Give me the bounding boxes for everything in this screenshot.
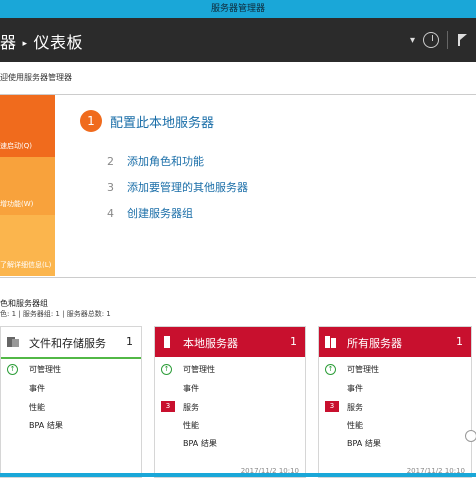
tile-learn-more[interactable]: 了解详细信息(L) bbox=[0, 215, 55, 276]
card-header[interactable]: 所有服务器 1 bbox=[319, 327, 471, 357]
step-link[interactable]: 添加要管理的其他服务器 bbox=[127, 179, 248, 195]
card-count: 1 bbox=[126, 335, 133, 348]
service-alert-badge: 3 bbox=[161, 401, 175, 412]
welcome-panel: 速启动(Q) 增功能(W) 了解详细信息(L) 1 配置此本地服务器 2 添加角… bbox=[0, 94, 476, 278]
card-row-performance[interactable]: 性能 bbox=[183, 420, 199, 431]
card-row-manageability[interactable]: 可管理性 bbox=[183, 364, 215, 375]
tile-new-features[interactable]: 增功能(W) bbox=[0, 157, 55, 215]
step-add-roles[interactable]: 2 添加角色和功能 bbox=[107, 153, 204, 169]
breadcrumb-parent[interactable]: 器 bbox=[0, 33, 17, 52]
servers-icon bbox=[325, 336, 336, 348]
step-number: 4 bbox=[107, 206, 114, 220]
step-add-servers[interactable]: 3 添加要管理的其他服务器 bbox=[107, 179, 248, 195]
welcome-label: 迎使用服务器管理器 bbox=[0, 73, 72, 82]
ok-status-icon: ↑ bbox=[7, 364, 18, 375]
step-number: 2 bbox=[107, 154, 114, 168]
flag-icon[interactable] bbox=[458, 34, 468, 46]
tile-quick-start[interactable]: 速启动(Q) bbox=[0, 95, 55, 157]
card-row-events[interactable]: 事件 bbox=[347, 383, 363, 394]
step-link[interactable]: 创建服务器组 bbox=[127, 205, 193, 221]
step-link[interactable]: 添加角色和功能 bbox=[127, 153, 204, 169]
card-row-manageability[interactable]: 可管理性 bbox=[347, 364, 379, 375]
card-row-services[interactable]: 服务 bbox=[183, 402, 199, 413]
step-number-badge: 1 bbox=[80, 110, 102, 132]
card-row-performance[interactable]: 性能 bbox=[29, 402, 45, 413]
taskbar-strip bbox=[0, 473, 476, 477]
step-configure-local-server[interactable]: 1 配置此本地服务器 bbox=[80, 110, 214, 132]
card-all-servers[interactable]: 所有服务器 1 ↑ 可管理性 事件 3 服务 性能 BPA 结果 2017/11… bbox=[318, 326, 472, 478]
step-label[interactable]: 配置此本地服务器 bbox=[110, 112, 214, 131]
card-row-bpa[interactable]: BPA 结果 bbox=[347, 438, 381, 449]
card-title: 本地服务器 bbox=[183, 337, 238, 350]
nav-tools: ▾ bbox=[402, 30, 468, 50]
card-row-performance[interactable]: 性能 bbox=[347, 420, 363, 431]
nav-bar: 器 ▸ 仪表板 ▾ bbox=[0, 18, 476, 62]
card-row-events[interactable]: 事件 bbox=[183, 383, 199, 394]
roles-heading: 色和服务器组 bbox=[0, 299, 48, 308]
window-title: 服务器管理器 bbox=[0, 0, 476, 18]
toolbar-divider bbox=[447, 31, 448, 49]
refresh-icon[interactable] bbox=[423, 32, 439, 48]
step-create-group[interactable]: 4 创建服务器组 bbox=[107, 205, 193, 221]
ok-status-icon: ↑ bbox=[161, 364, 172, 375]
file-storage-icon bbox=[7, 337, 19, 347]
breadcrumb: 器 ▸ 仪表板 bbox=[0, 29, 83, 53]
card-local-server[interactable]: 本地服务器 1 ↑ 可管理性 事件 3 服务 性能 BPA 结果 2017/11… bbox=[154, 326, 306, 478]
card-count: 1 bbox=[456, 335, 463, 348]
card-count: 1 bbox=[290, 335, 297, 348]
scroll-down-icon[interactable] bbox=[465, 430, 476, 442]
step-number: 3 bbox=[107, 180, 114, 194]
card-row-bpa[interactable]: BPA 结果 bbox=[29, 420, 63, 431]
card-row-events[interactable]: 事件 bbox=[29, 383, 45, 394]
card-header[interactable]: 本地服务器 1 bbox=[155, 327, 305, 357]
ok-status-icon: ↑ bbox=[325, 364, 336, 375]
breadcrumb-separator-icon: ▸ bbox=[22, 39, 28, 49]
card-row-manageability[interactable]: 可管理性 bbox=[29, 364, 61, 375]
card-title: 所有服务器 bbox=[347, 337, 402, 350]
service-alert-badge: 3 bbox=[325, 401, 339, 412]
server-icon bbox=[164, 336, 170, 348]
card-file-storage[interactable]: 文件和存储服务 1 ↑ 可管理性 事件 性能 BPA 结果 bbox=[0, 326, 142, 478]
roles-summary: 色: 1 | 服务器组: 1 | 服务器总数: 1 bbox=[0, 310, 111, 318]
card-row-services[interactable]: 服务 bbox=[347, 402, 363, 413]
breadcrumb-current: 仪表板 bbox=[33, 33, 84, 52]
card-header[interactable]: 文件和存储服务 1 bbox=[1, 327, 141, 359]
card-row-bpa[interactable]: BPA 结果 bbox=[183, 438, 217, 449]
card-title: 文件和存储服务 bbox=[29, 337, 106, 350]
history-dropdown-icon[interactable]: ▾ bbox=[410, 35, 415, 46]
